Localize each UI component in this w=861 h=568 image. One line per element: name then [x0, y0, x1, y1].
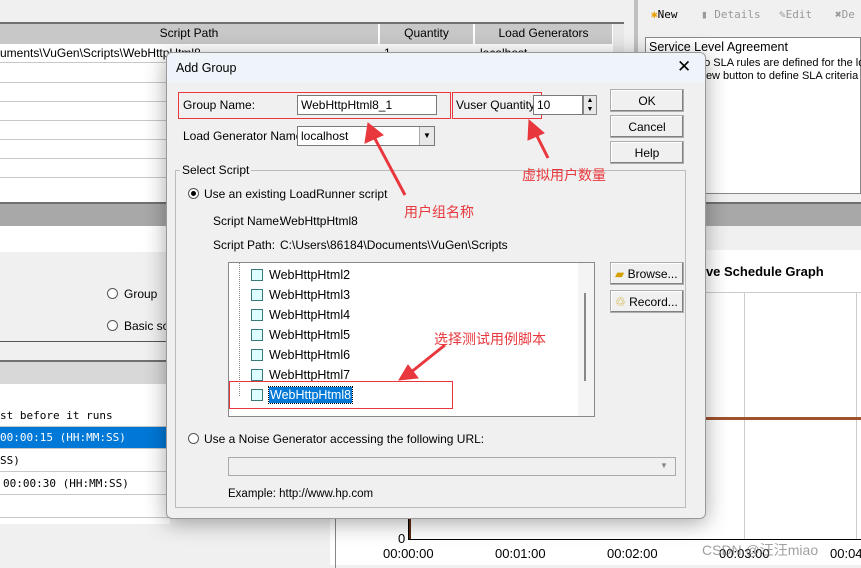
annotation-script: 选择测试用例脚本 [434, 331, 546, 347]
annotation-vuser: 虚拟用户数量 [522, 167, 606, 183]
arrow-head [527, 118, 545, 141]
arrow-group-name [371, 134, 407, 196]
annotation-group-name: 用户组名称 [404, 204, 474, 220]
annotation-arrows [364, 118, 550, 381]
arrow-script [409, 343, 446, 375]
